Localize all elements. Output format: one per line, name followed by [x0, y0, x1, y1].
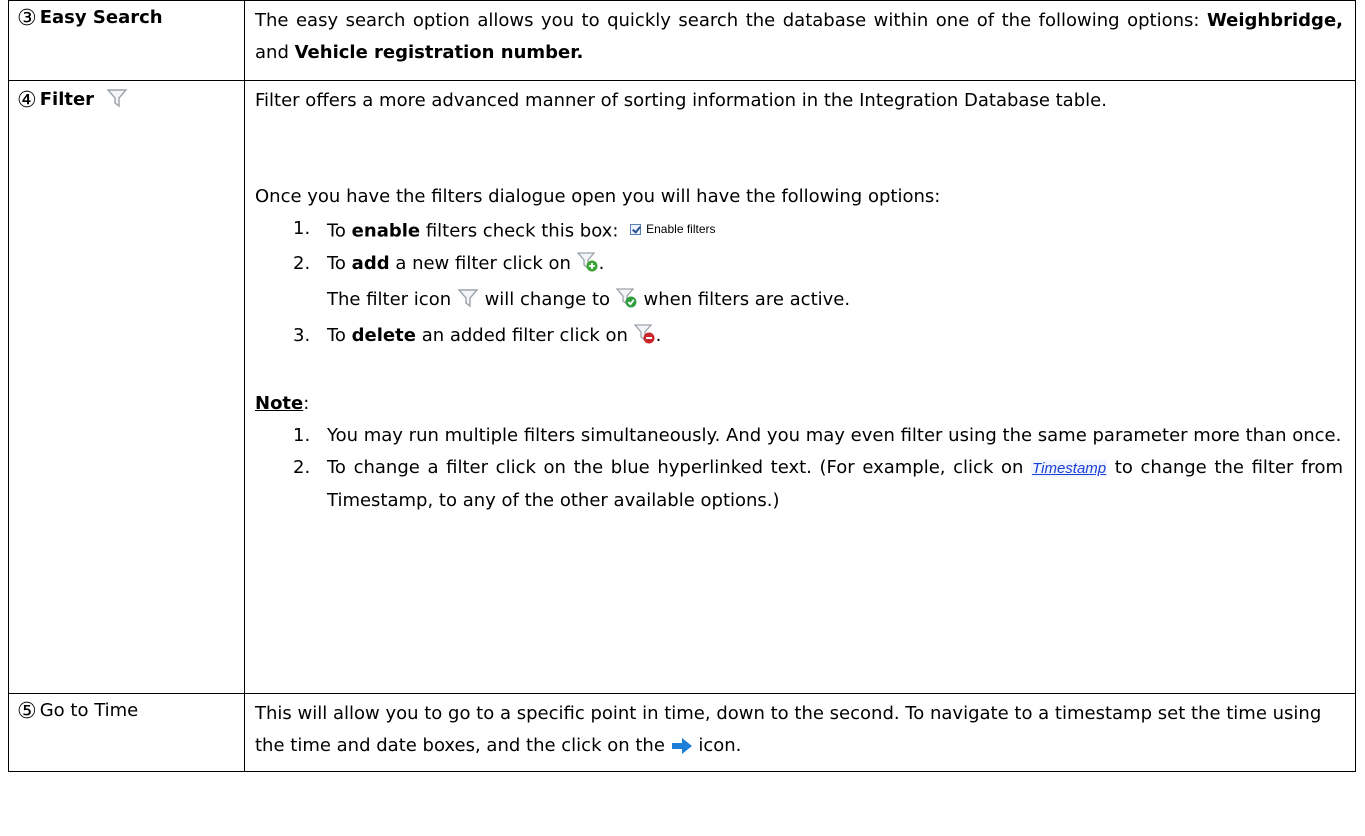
list-number: 2. — [293, 456, 311, 478]
row-description-cell: This will allow you to go to a specific … — [244, 693, 1356, 772]
list-number: 1. — [293, 218, 311, 239]
list-item: 2. To add a new filter click on . — [255, 248, 1343, 284]
list-item: 1. To enable filters check this box: Ena… — [255, 213, 1343, 248]
row-label: Filter — [39, 89, 95, 110]
description-text: icon. — [692, 735, 742, 756]
step-text: . — [598, 252, 605, 274]
row-number-badge: ③ — [17, 6, 37, 31]
list-number: 2. — [293, 252, 311, 274]
step-text: will change to — [478, 288, 616, 310]
feature-table: ③ Easy Search The easy search option allo… — [8, 0, 1356, 772]
note-heading-line: Note: — [255, 388, 1343, 420]
step-text: . — [655, 324, 662, 346]
checkbox-label: Enable filters — [646, 222, 716, 236]
note-text: You may run multiple filters simultaneou… — [327, 424, 1342, 446]
step-text: filters check this box: — [420, 220, 619, 242]
filter-active-icon — [615, 287, 638, 320]
row-description-cell: Filter offers a more advanced manner of … — [244, 80, 1356, 694]
filter-funnel-icon — [457, 287, 479, 320]
step-text: when filters are active. — [637, 288, 851, 310]
step-keyword: delete — [351, 324, 416, 346]
description-text: and — [255, 42, 295, 63]
note-text: To change a filter click on the blue hyp… — [327, 456, 1032, 478]
table-row-go-to-time: ⑤ Go to Time This will allow you to go to… — [8, 693, 1356, 772]
filter-funnel-icon — [106, 87, 128, 114]
timestamp-link[interactable]: Timestamp — [1031, 459, 1108, 477]
option-vehicle-registration: Vehicle registration number. — [294, 42, 584, 63]
go-to-time-description: This will allow you to go to a specific … — [255, 698, 1343, 766]
description-text: The easy search option allows you to qui… — [255, 10, 1207, 31]
notes-list: 1. You may run multiple filters simultan… — [255, 420, 1343, 517]
step-text: To — [327, 220, 352, 242]
table-row-filter: ④ Filter Filter offers a more advanced ma… — [8, 80, 1356, 694]
row-description-cell: The easy search option allows you to qui… — [244, 0, 1356, 81]
row-header-cell: ⑤ Go to Time — [8, 693, 245, 772]
row-header-cell: ④ Filter — [8, 80, 245, 694]
list-number: 1. — [293, 424, 311, 446]
filter-dialogue-text: Once you have the filters dialogue open … — [255, 186, 941, 207]
list-item: 2. To change a filter click on the blue … — [255, 452, 1343, 517]
filter-add-icon — [576, 251, 599, 284]
row-number-badge: ⑤ — [17, 699, 37, 724]
filter-intro: Filter offers a more advanced manner of … — [255, 90, 1107, 111]
table-row-easy-search: ③ Easy Search The easy search option allo… — [8, 0, 1356, 81]
list-item: 3. To delete an added filter click on . — [255, 320, 1343, 356]
arrow-right-icon — [671, 734, 693, 766]
note-heading: Note — [255, 392, 304, 414]
step-text: an added filter click on — [415, 324, 634, 346]
step-text: The filter icon — [327, 288, 457, 310]
step-text: a new filter click on — [389, 252, 577, 274]
row-header-cell: ③ Easy Search — [8, 0, 245, 81]
step-keyword: add — [351, 252, 390, 274]
row-label: Go to Time — [39, 700, 139, 721]
step-text: To — [327, 252, 352, 274]
enable-filters-checkbox: Enable filters — [630, 213, 716, 245]
note-colon: : — [303, 392, 310, 414]
filter-delete-icon — [633, 323, 656, 356]
easy-search-description: The easy search option allows you to qui… — [255, 5, 1343, 69]
row-label: Easy Search — [39, 7, 163, 28]
option-weighbridge: Weighbridge, — [1206, 10, 1343, 31]
list-item: 1. You may run multiple filters simultan… — [255, 420, 1343, 452]
checkbox-checked-icon — [630, 223, 642, 235]
step-keyword: enable — [351, 220, 421, 242]
list-item-continued: The filter icon will change to when filt… — [255, 284, 1343, 320]
description-text: This will allow you to go to a specific … — [255, 703, 1322, 756]
row-number-badge: ④ — [17, 88, 37, 113]
filter-steps-list: 1. To enable filters check this box: Ena… — [255, 213, 1343, 356]
step-text: To — [327, 324, 352, 346]
list-number: 3. — [293, 324, 311, 346]
